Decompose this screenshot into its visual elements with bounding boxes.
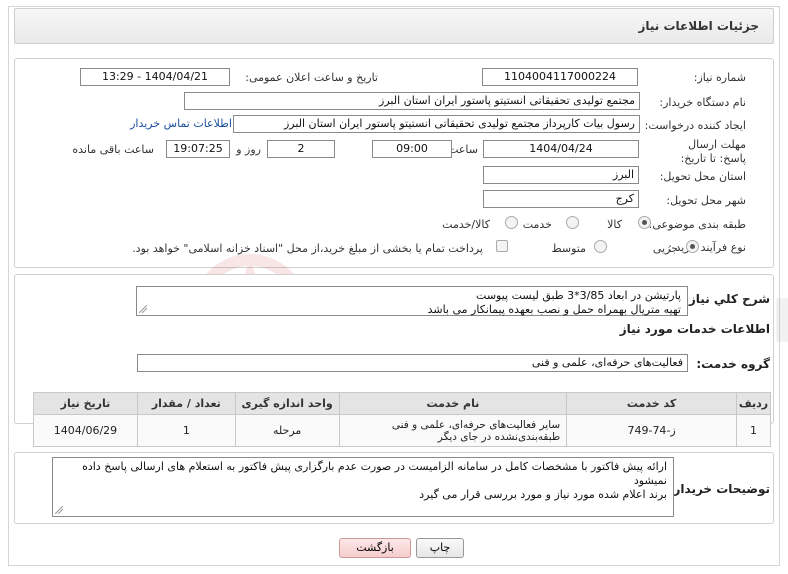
services-section-title: اطلاعات خدمات مورد نياز [619,322,770,336]
deadline-time-field: 09:00 [372,140,452,158]
print-button[interactable]: چاپ [416,538,464,558]
city-label: شهر محل تحویل: [666,194,746,207]
services-table: تاریخ نیاز تعداد / مقدار واحد اندازه گیر… [33,392,772,447]
days-label: روز و [236,143,261,156]
col-service-name: نام خدمت [338,392,568,415]
process-minor-radio[interactable] [686,240,699,253]
summary-textarea[interactable]: پارتیشن در ابعاد 3/85*3 طبق لیست پیوست ت… [136,286,688,316]
need-number-label: شماره نیاز: [693,71,746,84]
process-medium-label: متوسط [551,242,586,255]
need-number-field: 1104004117000224 [482,68,638,86]
cell-need-date: 1404/06/29 [33,414,138,447]
remaining-time-field: 19:07:25 [166,140,230,158]
resize-grip-icon[interactable] [139,305,147,313]
buyer-notes-line-1: ارائه پیش فاکتور با مشخصات کامل در سامان… [82,460,667,487]
summary-line-1: پارتیشن در ابعاد 3/85*3 طبق لیست پیوست [476,289,681,302]
deadline-date-field: 1404/04/24 [483,140,639,158]
cell-qty: 1 [136,414,236,447]
resize-grip-icon[interactable] [55,506,63,514]
creator-field: رسول بیات کارپرداز مجتمع تولیدی تحقیقاتی… [233,115,640,133]
buyer-notes-label: توضیحات خریدار: [668,482,770,496]
announce-field: 1404/04/21 - 13:29 [80,68,230,86]
category-service-label: خدمت [522,218,552,231]
cell-row-index: 1 [735,414,772,447]
service-group-label: گروه خدمت: [696,357,770,371]
buyer-org-label: نام دستگاه خریدار: [659,96,746,109]
province-label: استان محل تحویل: [659,170,746,183]
summary-label: شرح کلي نياز: [684,292,770,306]
process-medium-radio[interactable] [594,240,607,253]
table-header-row: تاریخ نیاز تعداد / مقدار واحد اندازه گیر… [33,392,772,415]
province-field: البرز [483,166,639,184]
page-title: جزئیات اطلاعات نیاز [638,19,759,33]
col-service-code: کد خدمت [566,392,737,415]
category-label: طبقه بندی موضوعی: [648,218,746,231]
buyer-notes-line-2: برند اعلام شده مورد نیاز و مورد بررسی قر… [419,488,667,501]
col-need-date: تاریخ نیاز [33,392,138,415]
table-row: 1404/06/29 1 مرحله سایر فعالیت‌های حرفه‌… [33,414,772,447]
category-goods-service-label: کالا/خدمت [442,218,490,231]
col-row-index: ردیف [735,392,772,415]
days-field: 2 [267,140,335,158]
category-goods-radio[interactable] [638,216,651,229]
process-label: نوع فرآیند خرید : [668,241,746,254]
col-qty: تعداد / مقدار [136,392,236,415]
summary-line-2: تهیه متریال بهمراه حمل و نصب بعهده پیمان… [427,303,681,316]
buyer-org-field: مجتمع تولیدی تحقیقاتی انستیتو پاستور ایر… [184,92,640,110]
city-field: کرج [483,190,639,208]
cell-service-name: سایر فعالیت‌های حرفه‌ای، علمی و فنی طبقه… [338,414,568,447]
creator-label: ایجاد کننده درخواست: [644,119,746,132]
deadline-label: مهلت ارسال پاسخ: تا تاریخ: [680,138,746,165]
remaining-label: ساعت باقی مانده [72,143,154,156]
page-header: جزئیات اطلاعات نیاز [14,8,774,44]
process-minor-label: جزیی [652,242,678,255]
treasury-payment-checkbox[interactable] [496,240,508,252]
buyer-notes-textarea[interactable]: ارائه پیش فاکتور با مشخصات کامل در سامان… [52,457,674,517]
category-goods-label: کالا [607,218,622,231]
service-group-field: فعالیت‌های حرفه‌ای، علمی و فنی [137,354,688,372]
cell-service-code: ز-74-749 [566,414,737,447]
cell-unit: مرحله [234,414,340,447]
deadline-time-label: ساعت [448,143,478,156]
treasury-payment-note: پرداخت تمام یا بخشی از مبلغ خرید،از محل … [132,242,483,255]
buyer-contact-link[interactable]: اطلاعات تماس خریدار [130,117,232,130]
announce-label: تاریخ و ساعت اعلان عمومی: [245,71,378,84]
category-service-radio[interactable] [566,216,579,229]
category-goods-service-radio[interactable] [505,216,518,229]
col-unit: واحد اندازه گیری [234,392,340,415]
back-button[interactable]: بازگشت [339,538,411,558]
